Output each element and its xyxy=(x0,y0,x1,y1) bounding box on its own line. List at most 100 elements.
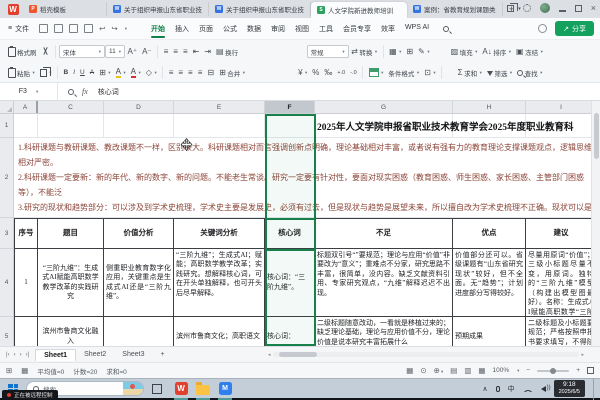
bold-button[interactable]: B xyxy=(61,68,71,77)
cell-A1[interactable] xyxy=(14,114,38,138)
header-cell-value[interactable]: 价值分析 xyxy=(104,218,174,249)
menu-review[interactable]: 审阅 xyxy=(271,20,285,38)
menu-view[interactable]: 视图 xyxy=(295,20,309,38)
cell-H5-strong[interactable]: 预期成果 xyxy=(453,317,526,346)
tab-active-spreadsheet[interactable]: S 人文学院新进教师培训 xyxy=(311,2,407,18)
sync-status-icon[interactable] xyxy=(538,24,547,33)
cell-I5-advice[interactable]: 二级标题及小标题要规范；严格按照申报书要求填写，不得随意删减内容 xyxy=(526,317,597,346)
header-cell-keywords[interactable]: 关键词分析 xyxy=(174,218,265,249)
number-format-select[interactable]: 常规▾ xyxy=(307,45,349,58)
column-header-e[interactable]: E xyxy=(174,101,265,113)
column-header-d[interactable]: D xyxy=(104,101,174,113)
align-left-button[interactable]: ≡ xyxy=(166,68,176,78)
ime-indicator[interactable]: 中 xyxy=(508,384,515,394)
macro-record-icon[interactable]: ⊞ xyxy=(6,366,12,375)
menu-home[interactable]: 开始 xyxy=(151,20,165,38)
add-sheet-button[interactable]: + xyxy=(152,349,172,360)
increase-font-button[interactable]: A⁺ xyxy=(125,47,140,57)
normal-view-icon[interactable]: ▤ xyxy=(450,366,457,375)
highlight-color-button[interactable]: A▾ xyxy=(113,67,128,79)
save-icon[interactable] xyxy=(54,24,63,33)
cell-F5-core[interactable]: 核心词： xyxy=(265,317,315,346)
center-view-icon[interactable]: ⊕▾ xyxy=(434,366,444,375)
formula-input-value[interactable]: 核心词 xyxy=(98,87,119,97)
task-view-button[interactable] xyxy=(152,384,162,394)
merge-center-button[interactable]: ⊞合并▾ xyxy=(217,67,248,79)
cut-button[interactable] xyxy=(39,46,52,57)
merge-range-icon[interactable]: ⊞ xyxy=(404,47,416,57)
wifi-icon[interactable] xyxy=(523,385,533,392)
last-sheet-icon[interactable]: ›| xyxy=(26,352,30,358)
user-avatar[interactable] xyxy=(540,3,550,13)
quick-access-chevron-icon[interactable]: ▾ xyxy=(125,26,127,32)
wrap-text-button[interactable]: ▤换行 xyxy=(214,46,241,58)
tab-docer-template[interactable]: P 稻壳模板 xyxy=(23,2,107,16)
header-cell-title[interactable]: 题目 xyxy=(38,218,104,249)
autosum-button[interactable]: Σ求和▾ xyxy=(455,67,484,79)
decrease-decimal-button[interactable]: -.0 xyxy=(348,69,359,77)
file-menu[interactable]: ≡文件 xyxy=(0,24,37,34)
share-button[interactable]: ↗ 分享 xyxy=(555,21,594,36)
align-right-button[interactable]: ≡ xyxy=(186,68,196,78)
zoom-slider[interactable] xyxy=(537,370,569,372)
freeze-panes-button[interactable]: ▣冻结▾ xyxy=(514,46,546,58)
format-painter-button[interactable]: 格式刷 xyxy=(5,46,39,58)
borders-button[interactable]: ⊞▾ xyxy=(97,68,113,78)
cell-C4-title[interactable]: “三阶九维”：生成式AI赋能高职数学教学改革的实践研究 xyxy=(38,249,104,317)
cell-D4-value[interactable]: 侧重职业教育数字化应用，关键重点是生成式AI还是“三阶九维”。 xyxy=(104,249,174,317)
strikethrough-button[interactable]: A xyxy=(87,68,96,77)
prev-sheet-icon[interactable]: ‹ xyxy=(14,352,16,358)
tab-doc3[interactable]: W 案例：省教育规划课题类人工智 xyxy=(407,2,503,16)
increase-indent-button[interactable]: ⇥ xyxy=(202,47,214,57)
header-cell-advice[interactable]: 建议 xyxy=(526,218,597,249)
cell-E1[interactable] xyxy=(174,114,265,138)
row-header-2[interactable]: 2 xyxy=(0,138,13,218)
volume-icon[interactable] xyxy=(541,386,546,392)
table-style-button[interactable]: ▾ xyxy=(366,67,386,78)
header-cell-no[interactable]: 序号 xyxy=(14,218,38,249)
preview-icon[interactable] xyxy=(84,24,93,33)
cell-D1[interactable] xyxy=(104,114,174,138)
menu-tools[interactable]: 工具 xyxy=(319,20,333,38)
page-break-view-icon[interactable]: ▦ xyxy=(478,366,485,375)
hidden-icons-chevron[interactable]: ∧ xyxy=(482,385,487,393)
redo-icon[interactable]: ↪ xyxy=(111,24,117,33)
taskbar-clock[interactable]: 9:18 2025/6/5 xyxy=(554,380,585,397)
select-all-corner[interactable] xyxy=(0,101,14,113)
row-header-3[interactable]: 3 xyxy=(0,218,13,249)
menu-member[interactable]: 会员专享 xyxy=(343,20,371,38)
column-header-f-selected[interactable]: F xyxy=(265,101,315,113)
percent-button[interactable]: % xyxy=(310,68,322,78)
increase-decimal-button[interactable]: +.0 xyxy=(335,69,348,77)
currency-button[interactable]: ¥▾ xyxy=(296,68,310,78)
row-header-5[interactable]: 5 xyxy=(0,317,13,346)
cell-E4-keywords[interactable]: “三阶九维”；生成式AI；赋能；高职数学教学改革；实践研究。想解释核心词，可在开… xyxy=(174,249,265,317)
sheet-title-cell[interactable]: 2025年人文学院申报省职业技术教育学会2025年度职业教育科 xyxy=(315,114,597,138)
header-cell-strong[interactable]: 优点 xyxy=(453,218,526,249)
formula-search-icon[interactable] xyxy=(68,89,74,95)
sort-button[interactable]: A↓排序▾ xyxy=(480,46,514,58)
column-header-a[interactable]: A xyxy=(14,101,38,113)
horizontal-scrollbar-thumb[interactable] xyxy=(279,352,317,357)
align-middle-button[interactable]: ≡ xyxy=(171,47,181,57)
format-pen-icon[interactable]: ✎▾ xyxy=(416,47,432,57)
row-header-1[interactable]: 1 xyxy=(0,114,13,138)
cell-I4-advice[interactable]: 尽量用原词“价值”；三级小标题尽量不变，用原词。独特的“三阶九维”模型（构建出模… xyxy=(526,249,597,317)
row-header-4[interactable]: 4 xyxy=(0,249,13,317)
italic-button[interactable]: I xyxy=(71,68,78,77)
cell-D5-value[interactable] xyxy=(104,317,174,346)
ribbon-search-icon[interactable] xyxy=(443,26,449,32)
tab-mode-icon[interactable] xyxy=(507,5,514,12)
column-header-g[interactable]: G xyxy=(315,101,453,113)
filter-button[interactable]: 筛选▾ xyxy=(484,67,514,79)
cell-format-icon[interactable]: ▦▾ xyxy=(387,47,404,57)
sheet-tab-sheet3[interactable]: Sheet3 xyxy=(114,349,152,360)
merge-cells-icon[interactable]: ⊟ xyxy=(205,68,217,78)
menu-page[interactable]: 页面 xyxy=(199,20,213,38)
reading-mode-icon[interactable]: ⊙ xyxy=(420,366,426,375)
table-tools-icon[interactable]: ▦ xyxy=(406,366,413,375)
paste-button[interactable]: 粘贴▾ xyxy=(5,67,37,79)
decrease-font-button[interactable]: A⁻ xyxy=(140,47,155,57)
thousands-button[interactable]: ‰ xyxy=(322,68,335,78)
restore-button[interactable] xyxy=(575,5,582,12)
